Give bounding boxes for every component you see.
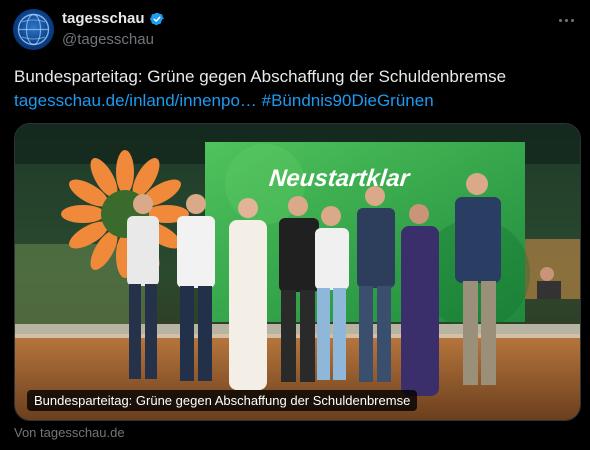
tweet-text: Bundesparteitag: Grüne gegen Abschaffung… bbox=[14, 65, 579, 113]
card-image: Neustartklar bbox=[15, 124, 580, 420]
author-display-name[interactable]: tagesschau bbox=[62, 10, 145, 27]
tweet-body: Bundesparteitag: Grüne gegen Abschaffung… bbox=[14, 67, 507, 86]
tagesschau-globe-logo-icon bbox=[17, 13, 50, 46]
verified-badge-icon[interactable] bbox=[149, 11, 165, 27]
more-options-icon[interactable] bbox=[554, 10, 578, 30]
tweet-link[interactable]: tagesschau.de/inland/innenpo… bbox=[14, 91, 257, 110]
stage-sign-text: Neustartklar bbox=[268, 165, 412, 192]
link-card[interactable]: Neustartklar Bundesparteitag: Grüne gege… bbox=[14, 123, 581, 421]
tweet-hashtag[interactable]: #Bündnis90DieGrünen bbox=[262, 91, 434, 110]
card-source-link[interactable]: Von tagesschau.de bbox=[14, 425, 125, 440]
card-caption: Bundesparteitag: Grüne gegen Abschaffung… bbox=[27, 390, 418, 411]
author-handle[interactable]: @tagesschau bbox=[62, 31, 154, 48]
author-name-row: tagesschau bbox=[62, 10, 165, 27]
avatar[interactable] bbox=[13, 9, 54, 50]
